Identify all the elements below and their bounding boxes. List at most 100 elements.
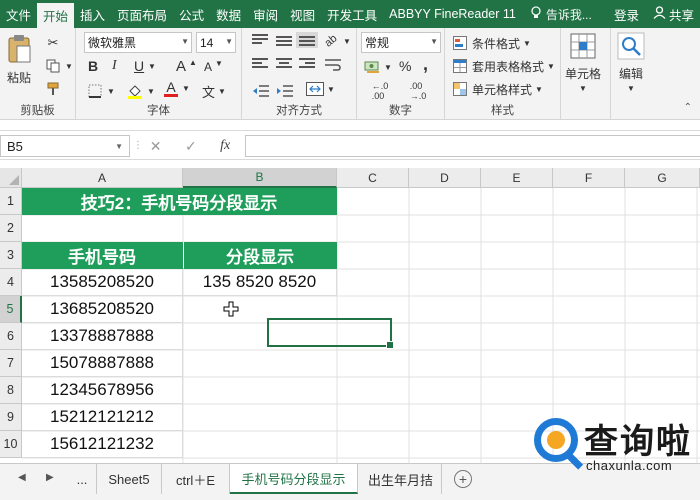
number-format-select[interactable]: 常规 ▼ xyxy=(361,32,441,53)
tell-me-search[interactable]: 告诉我... xyxy=(530,0,592,28)
shrink-font-button[interactable]: A ▼ xyxy=(204,59,223,75)
sheet-tab-birthdate[interactable]: 出生年月拮 xyxy=(358,464,442,494)
tell-me-label: 告诉我... xyxy=(545,7,592,22)
font-name-select[interactable]: 微软雅黑 ▼ xyxy=(84,32,192,53)
tab-data[interactable]: 数据 xyxy=(210,0,247,28)
share-button[interactable]: 共享 xyxy=(647,0,700,28)
font-size-select[interactable]: 14 ▼ xyxy=(196,32,236,53)
column-header-e[interactable]: E xyxy=(481,168,553,188)
title-cell[interactable]: 技巧2：手机号码分段显示 xyxy=(22,188,337,215)
row-header-3[interactable]: 3 xyxy=(0,242,22,269)
percent-button[interactable]: % xyxy=(399,58,411,74)
column-header-c[interactable]: C xyxy=(337,168,409,188)
italic-button[interactable]: I xyxy=(112,58,117,74)
copy-button[interactable]: ▼ xyxy=(44,57,73,75)
merge-center-button[interactable]: ▼ xyxy=(306,80,335,98)
phone-cell[interactable]: 15612121232 xyxy=(22,431,183,458)
name-box[interactable]: B5 ▼ xyxy=(0,135,130,157)
column-header-a[interactable]: A xyxy=(22,168,183,188)
underline-dropdown[interactable]: ▼ xyxy=(148,62,156,71)
column-header-b[interactable]: B xyxy=(183,168,337,188)
paste-button[interactable]: 粘贴 xyxy=(6,34,32,86)
font-color-dropdown[interactable]: ▼ xyxy=(182,84,190,93)
column-header-g[interactable]: G xyxy=(625,168,700,188)
font-color-button[interactable]: A xyxy=(164,80,178,97)
cells-button[interactable]: 单元格 ▼ xyxy=(565,32,601,93)
add-sheet-icon[interactable]: + xyxy=(454,470,472,488)
grow-font-button[interactable]: A ▲ xyxy=(176,58,197,75)
cell-styles-button[interactable]: 单元格样式 ▼ xyxy=(451,80,543,98)
align-middle-button[interactable] xyxy=(276,34,292,46)
alignment-group: ab ▼ ▼ 对齐方式 xyxy=(242,28,357,120)
confirm-icon[interactable]: ✓ xyxy=(185,138,197,155)
selection-rectangle[interactable] xyxy=(267,318,394,349)
formula-input[interactable] xyxy=(245,135,700,157)
editing-button[interactable]: 编辑 ▼ xyxy=(617,32,645,93)
column-header-d[interactable]: D xyxy=(409,168,481,188)
row-header-5[interactable]: 5 xyxy=(0,296,22,323)
tab-abbyy[interactable]: ABBYY FineReader 11 xyxy=(383,0,522,28)
next-sheet-icon[interactable]: ▶ xyxy=(46,472,54,483)
collapse-ribbon-icon[interactable]: ⌃ xyxy=(684,102,692,113)
sheet-tab-sheet5[interactable]: Sheet5 xyxy=(96,464,162,494)
row-header-6[interactable]: 6 xyxy=(0,323,22,350)
row-header-4[interactable]: 4 xyxy=(0,269,22,296)
decrease-decimal-icon: .00 →.0 xyxy=(409,81,427,101)
decrease-decimal-button[interactable]: .00 →.0 xyxy=(405,81,431,101)
format-as-table-button[interactable]: 套用表格格式 ▼ xyxy=(451,57,555,75)
orientation-button[interactable]: ab ▼ xyxy=(322,32,350,50)
tab-view[interactable]: 视图 xyxy=(284,0,321,28)
row-header-9[interactable]: 9 xyxy=(0,404,22,431)
cancel-icon[interactable]: ✕ xyxy=(150,138,162,155)
header-cell-segmented[interactable]: 分段显示 xyxy=(183,242,337,269)
currency-button[interactable]: ▼ xyxy=(363,58,392,76)
bold-button[interactable]: B xyxy=(88,58,98,74)
phone-cell[interactable]: 13685208520 xyxy=(22,296,183,323)
decrease-indent-button[interactable] xyxy=(252,82,270,100)
phonetic-button[interactable]: 文 ▼ xyxy=(202,82,226,101)
align-right-button[interactable] xyxy=(299,58,315,70)
comma-style-button[interactable]: , xyxy=(423,54,428,75)
phone-cell[interactable]: 15078887888 xyxy=(22,350,183,377)
align-center-button[interactable] xyxy=(276,58,292,70)
sheet-tab-phone-segment[interactable]: 手机号码分段显示 xyxy=(230,464,358,494)
login-button[interactable]: 登录 xyxy=(606,0,647,28)
wrap-text-button[interactable] xyxy=(324,56,342,74)
align-left-button[interactable] xyxy=(252,58,268,70)
insert-function-icon[interactable]: fx xyxy=(220,138,230,154)
select-all-button[interactable] xyxy=(0,168,22,188)
tab-home[interactable]: 开始 xyxy=(37,3,75,28)
borders-button[interactable]: ▼ xyxy=(86,82,115,100)
increase-decimal-button[interactable]: ←.0.00 xyxy=(367,81,393,101)
sheet-tab-more[interactable]: ... xyxy=(68,464,96,494)
align-top-button[interactable] xyxy=(252,34,268,46)
align-bottom-button[interactable] xyxy=(296,32,318,48)
segmented-cell[interactable]: 135 8520 8520 xyxy=(183,269,337,296)
phone-cell[interactable]: 15212121212 xyxy=(22,404,183,431)
phone-cell[interactable]: 13585208520 xyxy=(22,269,183,296)
tab-developer[interactable]: 开发工具 xyxy=(321,0,383,28)
phone-cell[interactable]: 13378887888 xyxy=(22,323,183,350)
prev-sheet-icon[interactable]: ◀ xyxy=(18,472,26,483)
sheet-tab-ctrl-e[interactable]: ctrl＋E xyxy=(162,464,230,494)
cut-button[interactable]: ✂ xyxy=(44,34,62,52)
column-header-f[interactable]: F xyxy=(553,168,625,188)
row-header-10[interactable]: 10 xyxy=(0,431,22,458)
row-header-1[interactable]: 1 xyxy=(0,188,22,215)
header-cell-phone[interactable]: 手机号码 xyxy=(22,242,183,269)
tab-review[interactable]: 审阅 xyxy=(247,0,284,28)
fill-color-button[interactable]: ▼ xyxy=(126,82,155,100)
tab-file[interactable]: 文件 xyxy=(0,0,37,28)
format-painter-button[interactable] xyxy=(44,80,62,98)
increase-indent-button[interactable] xyxy=(276,82,294,100)
conditional-formatting-button[interactable]: 条件格式 ▼ xyxy=(451,34,531,52)
underline-button[interactable]: U xyxy=(134,58,144,74)
phone-cell[interactable]: 12345678956 xyxy=(22,377,183,404)
tab-formulas[interactable]: 公式 xyxy=(173,0,210,28)
tab-page-layout[interactable]: 页面布局 xyxy=(111,0,173,28)
tab-insert[interactable]: 插入 xyxy=(74,0,111,28)
scissors-icon: ✂ xyxy=(47,35,59,50)
row-header-2[interactable]: 2 xyxy=(0,215,22,242)
row-header-7[interactable]: 7 xyxy=(0,350,22,377)
row-header-8[interactable]: 8 xyxy=(0,377,22,404)
